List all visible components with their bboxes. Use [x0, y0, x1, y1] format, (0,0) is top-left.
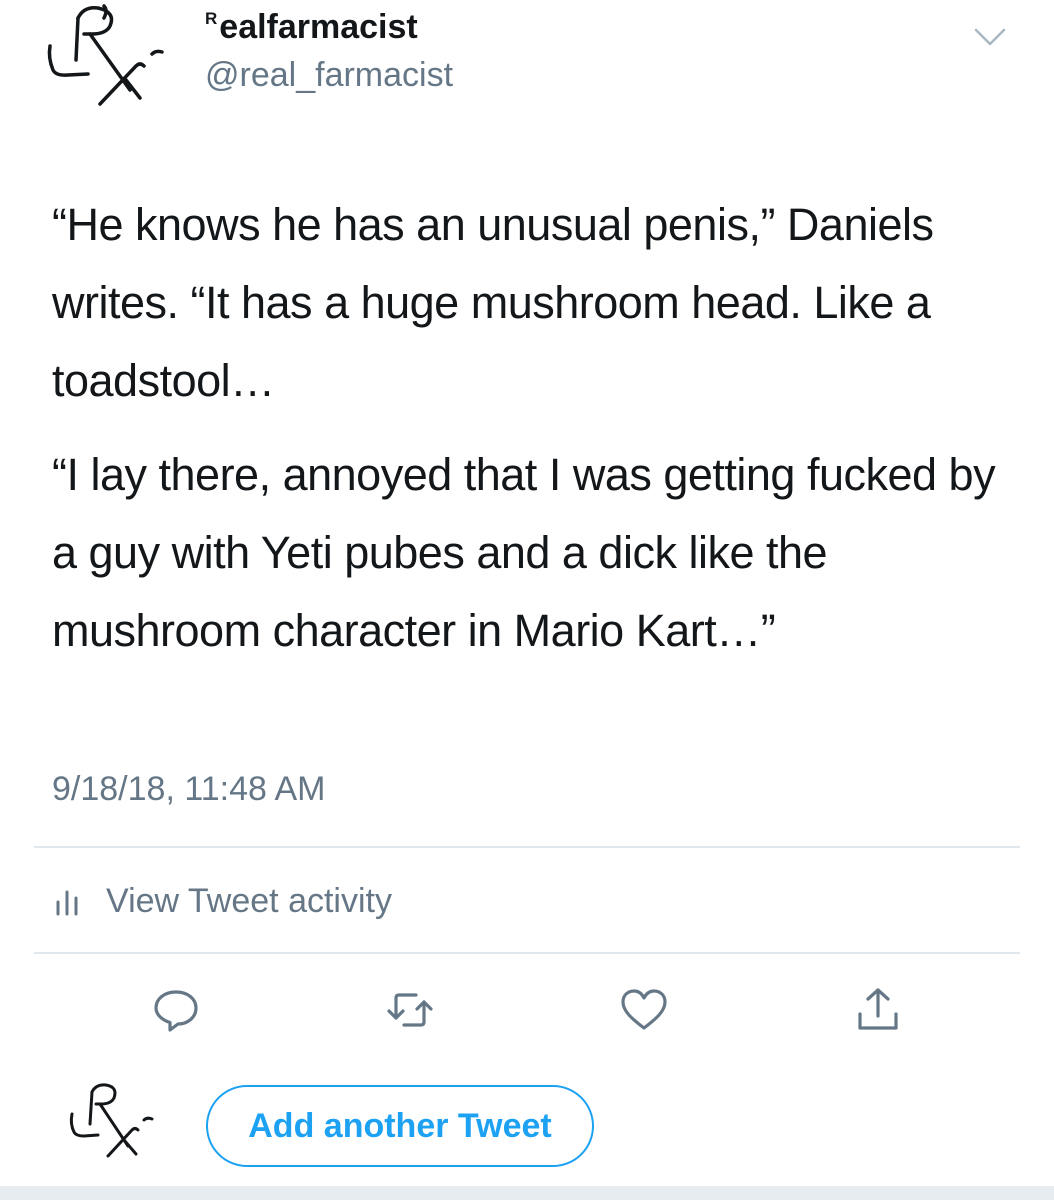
- retweet-icon: [387, 993, 433, 1027]
- bar-chart-icon: [56, 890, 78, 916]
- display-name[interactable]: Realfarmacist: [205, 8, 418, 47]
- rx-logo-icon[interactable]: [44, 0, 184, 122]
- rx-logo-icon[interactable]: [66, 1078, 162, 1174]
- divider: [34, 952, 1020, 954]
- reply-button[interactable]: [150, 984, 202, 1036]
- view-tweet-activity-label: View Tweet activity: [106, 881, 392, 920]
- retweet-button[interactable]: [384, 984, 436, 1036]
- view-tweet-activity-link[interactable]: View Tweet activity: [50, 876, 392, 926]
- tweet-paragraph: “I lay there, annoyed that I was getting…: [52, 449, 996, 656]
- divider: [34, 846, 1020, 848]
- chevron-down-icon[interactable]: [972, 22, 1008, 52]
- tweet-paragraph: “He knows he has an unusual penis,” Dani…: [52, 199, 934, 406]
- display-name-text: ealfarmacist: [219, 8, 418, 46]
- heart-icon: [621, 989, 667, 1030]
- tweet-timestamp: 9/18/18, 11:48 AM: [52, 770, 326, 808]
- like-button[interactable]: [618, 984, 670, 1036]
- user-handle[interactable]: @real_farmacist: [205, 56, 453, 95]
- share-icon: [858, 988, 898, 1030]
- bottom-bar: [0, 1186, 1054, 1200]
- add-another-tweet-button[interactable]: Add another Tweet: [206, 1085, 594, 1167]
- share-button[interactable]: [852, 984, 904, 1036]
- tweet-text: “He knows he has an unusual penis,” Dani…: [52, 186, 1022, 670]
- display-name-prefix: R: [205, 9, 218, 28]
- speech-bubble-icon: [154, 990, 198, 1032]
